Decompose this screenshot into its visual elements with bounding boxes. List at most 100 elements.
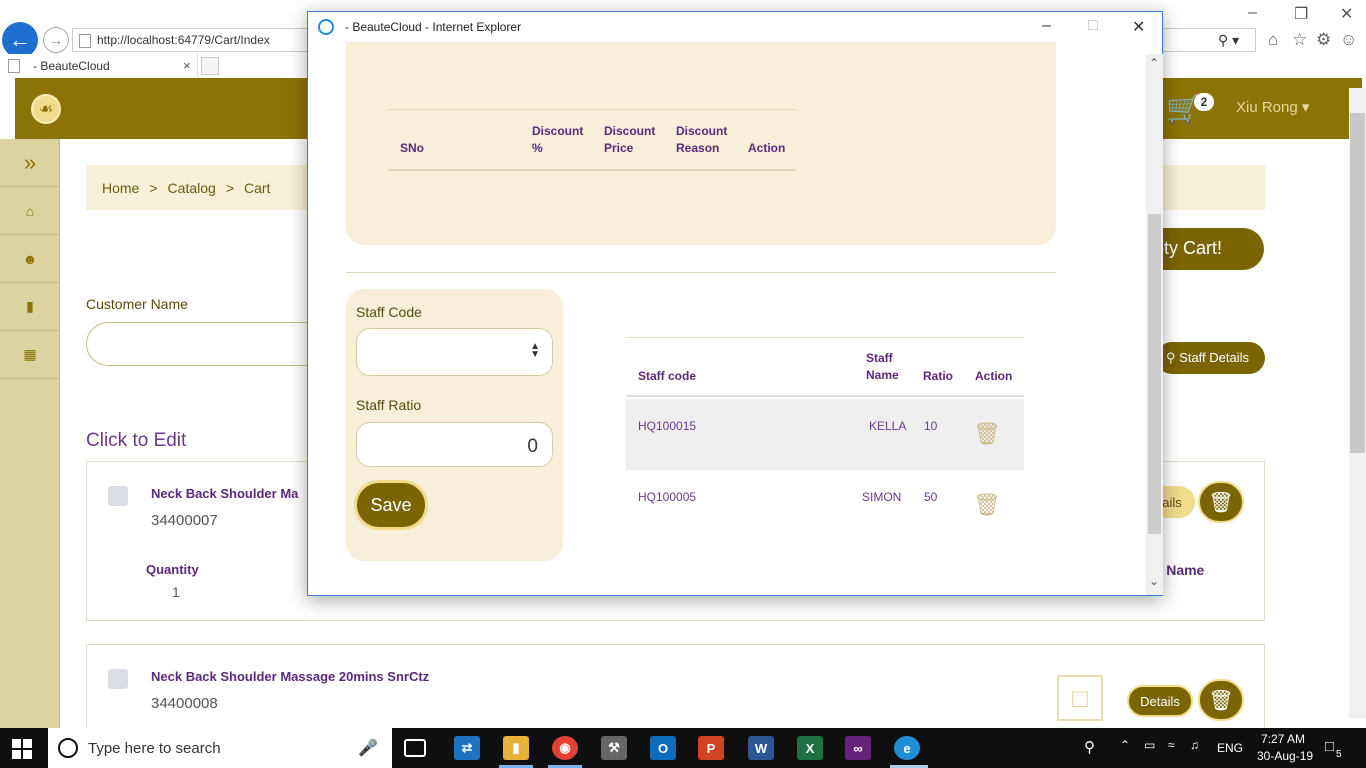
notification-count: 5 [1336, 749, 1342, 760]
browser-tab[interactable]: - BeauteCloud × [0, 54, 198, 78]
breadcrumb-home[interactable]: Home [102, 180, 139, 196]
volume-icon[interactable]: ♫ [1190, 738, 1199, 752]
breadcrumb-sep: > [149, 180, 158, 196]
taskbar-search[interactable]: Type here to search 🎤 [48, 728, 392, 768]
search-icon: ⚲ [1166, 350, 1176, 365]
settings-gear-icon[interactable]: ⚙ [1316, 30, 1331, 50]
item-code: 34400007 [151, 512, 218, 529]
visual-studio-icon[interactable]: ∞ [845, 736, 871, 760]
table-row: HQ100015 KELLA 10 🗑 [626, 399, 1024, 470]
col-ratio: Ratio [923, 369, 953, 383]
back-arrow-icon[interactable]: ← [2, 22, 38, 58]
item-checkbox[interactable] [108, 486, 128, 506]
staff-ratio-input[interactable]: 0 [356, 422, 553, 467]
windows-start-icon[interactable] [12, 739, 32, 759]
favorites-star-icon[interactable]: ☆ [1292, 30, 1307, 50]
users-nav-icon[interactable]: ☻ [0, 235, 60, 283]
ie-logo-icon [318, 19, 334, 35]
excel-icon[interactable]: X [797, 736, 823, 760]
trash-icon[interactable]: 🗑 [1198, 679, 1244, 721]
col-sno: SNo [400, 141, 424, 155]
item-name[interactable]: Neck Back Shoulder Massage 20mins SnrCtz [151, 669, 429, 684]
item-name[interactable]: Neck Back Shoulder Ma [151, 486, 298, 501]
new-tab-icon[interactable] [201, 57, 219, 75]
staff-name-cell: SIMON [862, 490, 902, 504]
search-dropdown-icon[interactable]: ⚲ ▾ [1218, 32, 1239, 48]
notifications-icon[interactable]: □ [1325, 738, 1334, 755]
taskbar-search-placeholder: Type here to search [88, 740, 221, 757]
staff-code-cell: HQ100015 [638, 419, 697, 433]
outlook-icon[interactable]: O [650, 736, 676, 760]
col-action: Action [748, 141, 786, 155]
save-button[interactable]: Save [354, 480, 428, 530]
close-icon[interactable]: ✕ [1340, 4, 1353, 24]
staff-code-select[interactable]: ▲ ▼ [356, 328, 553, 376]
scroll-up-icon[interactable]: ⌃ [1149, 56, 1159, 70]
internet-explorer-icon[interactable]: e [894, 736, 920, 760]
modal-minimize-icon[interactable]: – [1042, 17, 1051, 35]
tray-chevron-icon[interactable]: ⌃ [1120, 738, 1130, 752]
book-nav-icon[interactable]: ▮ [0, 283, 60, 331]
address-bar[interactable]: http://localhost:64779/Cart/Index [72, 28, 312, 52]
modal-body: SNo Discount % Discount Price Discount R… [308, 42, 1148, 595]
page-scrollbar-thumb[interactable] [1350, 113, 1365, 453]
people-icon[interactable]: ⚲ [1084, 738, 1095, 756]
calculator-nav-icon[interactable]: ▦ [0, 331, 60, 379]
package-box-icon: □ [1057, 675, 1103, 721]
cortana-icon [58, 738, 78, 758]
click-to-edit-heading: Click to Edit [86, 430, 187, 451]
minimize-icon[interactable]: – [1248, 4, 1257, 22]
system-tray: ⚲ ⌃ ▭ ≈ ♫ ENG □ 5 [1080, 728, 1366, 768]
clock-time[interactable]: 7:27 AM [1261, 732, 1305, 746]
staff-table: Staff code Staff Name Ratio Action HQ100… [626, 337, 1024, 542]
scroll-down-icon[interactable]: ⌄ [1149, 574, 1159, 588]
staff-details-button[interactable]: ⚲ Staff Details [1156, 342, 1265, 374]
item-checkbox[interactable] [108, 669, 128, 689]
battery-icon[interactable]: ▭ [1144, 738, 1155, 752]
home-icon[interactable]: ⌂ [1268, 30, 1278, 50]
user-menu[interactable]: Xiu Rong ▾ [1236, 98, 1309, 116]
clock-date[interactable]: 30-Aug-19 [1257, 749, 1313, 763]
trash-icon[interactable]: 🗑 [973, 492, 1001, 520]
expand-sidebar-icon[interactable]: » [0, 139, 60, 187]
modal-close-icon[interactable]: ✕ [1132, 17, 1145, 37]
details-button[interactable]: Details [1127, 685, 1193, 717]
staff-code-label: Staff Code [356, 304, 422, 320]
modal-scrollbar-thumb[interactable] [1148, 214, 1161, 534]
cart-item-card: Neck Back Shoulder Massage 20mins SnrCtz… [86, 644, 1265, 734]
wifi-icon[interactable]: ≈ [1168, 738, 1175, 752]
tab-page-icon [8, 59, 20, 73]
chrome-icon[interactable]: ◉ [552, 736, 578, 760]
cart-count-badge: 2 [1194, 93, 1214, 111]
discount-table: SNo Discount % Discount Price Discount R… [388, 109, 796, 171]
modal-titlebar[interactable]: - BeauteCloud - Internet Explorer – □ ✕ [308, 12, 1162, 42]
modal-scrollbar[interactable]: ⌃ ⌄ [1146, 54, 1163, 595]
item-code: 34400008 [151, 695, 218, 712]
tab-close-icon[interactable]: × [183, 58, 191, 73]
col-discount-pct: Discount % [532, 124, 584, 155]
task-view-icon[interactable] [404, 739, 426, 757]
trash-icon[interactable]: 🗑 [973, 421, 1001, 449]
app-logo[interactable]: ☙ [31, 94, 61, 124]
staff-ratio-cell: 50 [924, 490, 938, 504]
forward-arrow-icon[interactable]: → [43, 27, 69, 53]
microphone-icon[interactable]: 🎤 [358, 738, 378, 758]
page-scrollbar[interactable] [1349, 88, 1366, 718]
powerpoint-icon[interactable]: P [698, 736, 724, 760]
staff-modal-window: - BeauteCloud - Internet Explorer – □ ✕ … [307, 11, 1163, 596]
word-icon[interactable]: W [748, 736, 774, 760]
file-explorer-icon[interactable]: ▮ [503, 736, 529, 760]
tools-icon[interactable]: ⚒ [601, 736, 627, 760]
language-indicator[interactable]: ENG [1217, 741, 1243, 755]
restore-icon[interactable]: ❐ [1294, 4, 1308, 24]
breadcrumb-catalog[interactable]: Catalog [168, 180, 216, 196]
address-bar-tail[interactable]: ⚲ ▾ [1162, 28, 1256, 52]
trash-icon[interactable]: 🗑 [1198, 481, 1244, 523]
col-staff-name: Staff Name [866, 351, 899, 382]
staff-ratio-label: Staff Ratio [356, 397, 422, 413]
teamviewer-icon[interactable]: ⇄ [454, 736, 480, 760]
home-nav-icon[interactable]: ⌂ [0, 187, 60, 235]
modal-title: - BeauteCloud - Internet Explorer [345, 20, 522, 34]
staff-name-cell: KELLA [869, 419, 907, 433]
smiley-icon[interactable]: ☺ [1340, 30, 1357, 50]
